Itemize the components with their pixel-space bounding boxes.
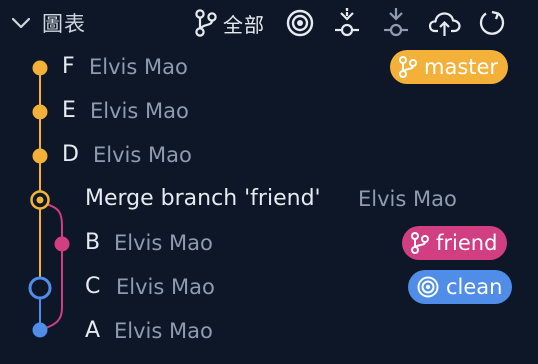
commit-message: C [85, 274, 101, 299]
commit-dot [32, 148, 48, 164]
chevron-down-icon[interactable] [8, 10, 34, 36]
commit-row[interactable]: A Elvis Mao [0, 310, 538, 354]
commit-author: Elvis Mao [114, 231, 213, 255]
commit-message: A [85, 318, 101, 343]
commit-row[interactable]: F Elvis Mao master [0, 46, 538, 90]
ref-label: clean [446, 275, 503, 299]
commit-row[interactable]: D Elvis Mao [0, 134, 538, 178]
graph-title[interactable]: 圖表 [42, 8, 86, 38]
pull-button[interactable] [382, 6, 410, 40]
ref-label: friend [436, 231, 498, 255]
commit-dot [54, 236, 70, 252]
refresh-icon [479, 10, 505, 35]
fetch-button[interactable] [333, 6, 361, 40]
target-button[interactable] [285, 6, 315, 40]
commit-row[interactable]: B Elvis Mao friend [0, 222, 538, 266]
pull-icon [384, 8, 408, 37]
commit-message: B [85, 230, 101, 255]
push-button[interactable] [428, 6, 462, 40]
target-icon [286, 9, 314, 37]
commit-row[interactable]: E Elvis Mao [0, 90, 538, 134]
commit-author: Elvis Mao [116, 275, 215, 299]
branch-icon [411, 232, 429, 254]
commit-graph: F Elvis Mao master E Elvis Mao D Elvis M… [0, 46, 538, 364]
target-icon [417, 276, 439, 298]
ref-label: master [424, 55, 499, 79]
branch-icon [399, 56, 417, 78]
commit-row[interactable]: Merge branch 'friend' Elvis Mao [0, 178, 538, 222]
ref-badge-clean[interactable]: clean [408, 270, 513, 304]
commit-author: Elvis Mao [89, 55, 188, 79]
refresh-button[interactable] [478, 6, 506, 40]
graph-header: 圖表 全部 [0, 0, 538, 46]
commit-dot [32, 104, 48, 120]
head-commit-node [28, 276, 52, 300]
commit-dot [32, 60, 48, 76]
commit-message: E [62, 98, 76, 123]
all-branches-label: 全部 [223, 12, 265, 37]
commit-message: D [62, 142, 79, 167]
commit-message: F [62, 54, 75, 79]
commit-author: Elvis Mao [90, 99, 189, 123]
all-branches-button[interactable]: 全部 [193, 6, 265, 40]
commit-author: Elvis Mao [114, 319, 213, 343]
commit-author: Elvis Mao [93, 143, 192, 167]
branch-icon [195, 9, 217, 37]
ref-badge-master[interactable]: master [390, 50, 509, 84]
commit-row[interactable]: C Elvis Mao clean [0, 266, 538, 310]
fetch-icon [335, 8, 359, 37]
merge-commit-node [30, 190, 50, 210]
commit-author: Elvis Mao [358, 187, 457, 211]
commit-message: Merge branch 'friend' [85, 186, 321, 211]
commit-dot [32, 322, 48, 338]
cloud-upload-icon [428, 12, 461, 36]
ref-badge-friend[interactable]: friend [402, 226, 508, 260]
